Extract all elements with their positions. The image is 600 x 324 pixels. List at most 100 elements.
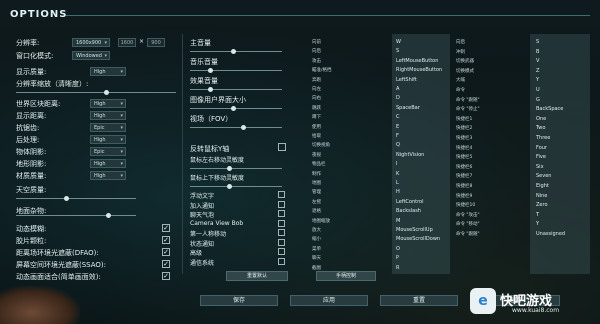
audio-slider-knob[interactable] [231, 106, 236, 111]
invert-y-checkbox[interactable] [278, 143, 286, 151]
keybind-key[interactable]: Zero [536, 202, 548, 208]
sens-lr-knob[interactable] [227, 166, 232, 171]
option-checkbox[interactable] [278, 200, 285, 208]
keybind-key[interactable]: C [396, 114, 400, 120]
keybind-key[interactable]: V [536, 58, 539, 64]
grass-slider[interactable] [16, 213, 136, 218]
sens-lr-slider[interactable] [190, 166, 282, 171]
keybind-key[interactable]: S [396, 48, 399, 54]
keybind-key[interactable]: Nine [536, 193, 547, 199]
keybind-key[interactable]: Eight [536, 183, 549, 189]
toggle-checkbox[interactable]: ✓ [162, 272, 170, 280]
keybind-key[interactable]: MouseScrollUp [396, 227, 433, 233]
audio-slider-knob[interactable] [208, 87, 213, 92]
audio-slider[interactable] [190, 106, 282, 111]
keybind-key[interactable]: LeftShift [396, 77, 417, 83]
keybind-key[interactable]: Backslash [396, 208, 421, 214]
window-mode-select[interactable]: Windowed [72, 51, 110, 61]
res-scale-slider[interactable] [16, 90, 176, 95]
keybind-action: 大喊 [456, 78, 465, 84]
resolution-width-input[interactable]: 1600 [118, 38, 136, 47]
keybind-key[interactable]: LeftControl [396, 199, 423, 205]
option-checkbox[interactable] [278, 248, 285, 255]
keybind-key[interactable]: E [396, 124, 399, 130]
toggle-checkbox[interactable]: ✓ [162, 260, 170, 268]
keybind-key[interactable]: W [396, 39, 401, 45]
res-scale-knob[interactable] [104, 90, 109, 95]
option-checkbox[interactable] [278, 210, 285, 217]
keybind-key[interactable]: T [536, 212, 539, 218]
keybind-key[interactable]: K [396, 171, 399, 177]
audio-slider[interactable] [190, 125, 282, 130]
keybind-key[interactable]: Three [536, 135, 550, 141]
resolution-height-input[interactable]: 900 [147, 38, 165, 47]
controller-button[interactable]: 手柄控制 [316, 271, 376, 281]
audio-slider[interactable] [190, 68, 282, 73]
keybind-key[interactable]: Q [396, 142, 400, 148]
audio-slider-label: 效果音量 [190, 77, 218, 85]
option-checkbox[interactable] [278, 238, 285, 246]
sky-quality-slider[interactable] [16, 196, 136, 201]
keybind-key[interactable]: M [396, 218, 400, 224]
setting-select[interactable]: Epic [90, 147, 126, 157]
reset-button[interactable]: 重置 [380, 295, 458, 306]
keybind-key[interactable]: Y [536, 221, 539, 227]
keybind-key[interactable]: Seven [536, 173, 551, 179]
sens-ud-slider[interactable] [190, 184, 282, 189]
keybind-key[interactable]: D [396, 95, 400, 101]
keybind-key[interactable]: A [396, 86, 399, 92]
grass-knob[interactable] [106, 213, 111, 218]
sky-quality-knob[interactable] [64, 196, 69, 201]
keybind-key[interactable]: Unassigned [536, 231, 565, 237]
resolution-select[interactable]: 1600x900 [72, 38, 110, 48]
keybind-key[interactable]: Six [536, 164, 544, 170]
option-checkbox[interactable] [278, 257, 285, 265]
keybind-key[interactable]: NightVision [396, 152, 424, 158]
keybind-key[interactable]: L [396, 180, 399, 186]
audio-slider-knob[interactable] [208, 68, 213, 73]
keybind-key[interactable]: Two [536, 125, 545, 131]
option-label: 高级 [190, 250, 203, 257]
keybind-key[interactable]: MouseScrollDown [396, 236, 440, 242]
sens-ud-knob[interactable] [227, 184, 232, 189]
keybind-key[interactable]: G [536, 97, 540, 103]
setting-select[interactable]: High [90, 159, 126, 169]
keybind-key[interactable]: I [396, 161, 397, 167]
keybind-key[interactable]: U [536, 87, 540, 93]
reset-default-button[interactable]: 重置默认 [226, 271, 288, 281]
keybind-key[interactable]: SpaceBar [396, 105, 420, 111]
keybind-key[interactable]: BackSpace [536, 106, 563, 112]
setting-select[interactable]: High [90, 171, 126, 181]
toggle-checkbox[interactable]: ✓ [162, 224, 170, 232]
keybind-key[interactable]: Four [536, 145, 547, 151]
keybind-key[interactable]: H [396, 189, 400, 195]
option-checkbox[interactable] [278, 229, 285, 236]
audio-slider[interactable] [190, 87, 282, 92]
setting-select[interactable]: Epic [90, 123, 126, 133]
audio-slider-knob[interactable] [241, 125, 246, 130]
setting-select[interactable]: High [90, 135, 126, 145]
keybind-key[interactable]: Y [536, 77, 539, 83]
toggle-checkbox[interactable]: ✓ [162, 248, 170, 256]
audio-slider-knob[interactable] [231, 49, 236, 54]
setting-select[interactable]: High [90, 111, 126, 121]
display-quality-select[interactable]: High [90, 67, 126, 77]
setting-select[interactable]: High [90, 99, 126, 109]
keybind-key[interactable]: One [536, 116, 546, 122]
option-checkbox[interactable] [278, 191, 285, 198]
keybind-key[interactable]: Z [536, 68, 539, 74]
keybind-key[interactable]: F [396, 133, 399, 139]
keybind-key[interactable]: R [396, 265, 399, 271]
keybind-key[interactable]: O [396, 246, 400, 252]
audio-slider[interactable] [190, 49, 282, 54]
save-button[interactable]: 保存 [200, 295, 278, 306]
keybind-key[interactable]: LeftMouseButton [396, 58, 438, 64]
apply-button[interactable]: 应用 [290, 295, 368, 306]
keybind-key[interactable]: B [536, 49, 539, 55]
keybind-key[interactable]: Five [536, 154, 546, 160]
option-checkbox[interactable] [278, 219, 285, 227]
toggle-checkbox[interactable]: ✓ [162, 236, 170, 244]
keybind-key[interactable]: RightMouseButton [396, 67, 442, 73]
keybind-key[interactable]: P [396, 255, 399, 261]
keybind-key[interactable]: S [536, 39, 539, 45]
